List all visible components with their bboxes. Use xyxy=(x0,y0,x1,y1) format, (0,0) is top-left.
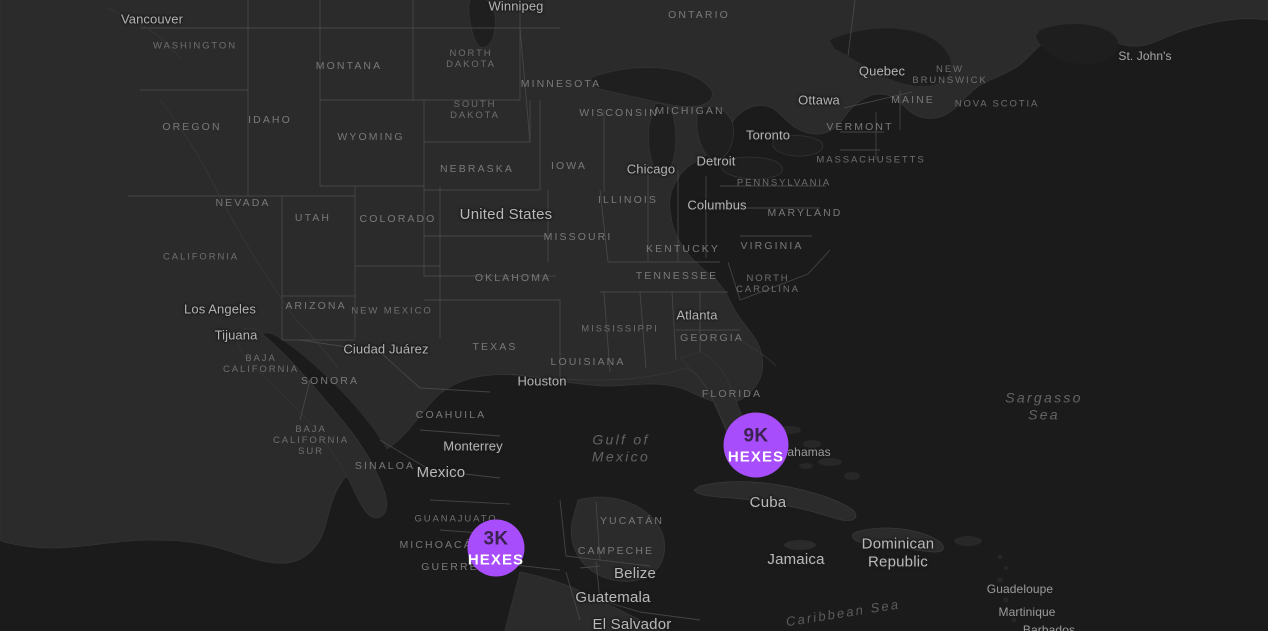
cluster-marker-3k[interactable]: 3K HEXES xyxy=(467,519,525,577)
landmass-jamaica xyxy=(784,540,816,550)
landmass-puerto-rico xyxy=(954,536,982,546)
cluster-marker-9k[interactable]: 9K HEXES xyxy=(723,412,789,478)
lake-michigan xyxy=(648,103,677,174)
cluster-unit-label: HEXES xyxy=(727,448,785,465)
cluster-unit-label: HEXES xyxy=(467,551,525,568)
map-canvas[interactable]: United States Mexico Cuba Guatemala Belize El… xyxy=(0,0,1268,631)
cluster-count-label: 9K xyxy=(743,425,769,446)
cluster-count-label: 3K xyxy=(483,528,509,549)
map-basemap-layer xyxy=(0,0,1268,631)
